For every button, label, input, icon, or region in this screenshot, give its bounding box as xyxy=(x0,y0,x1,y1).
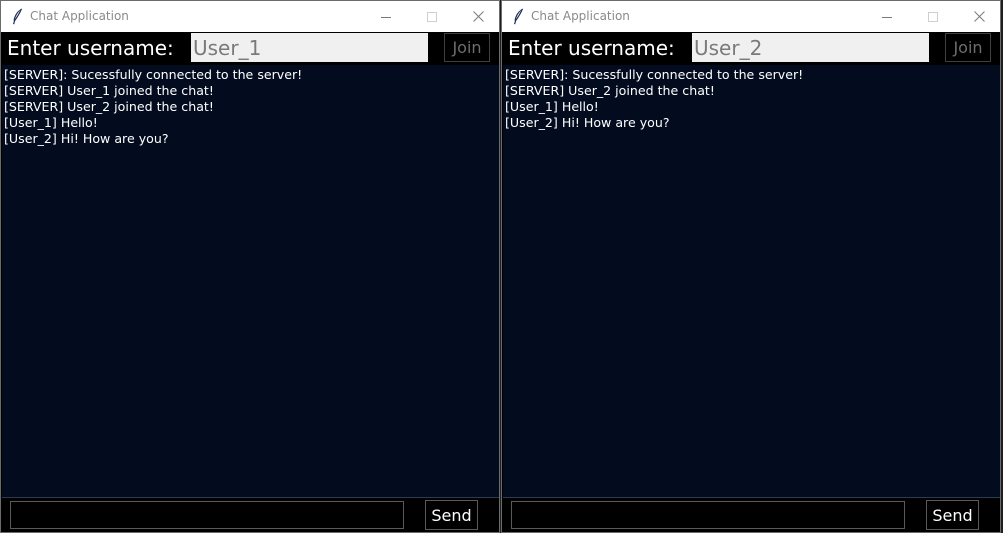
chat-message: [SERVER] User_2 joined the chat! xyxy=(505,83,715,98)
title-bar[interactable]: Chat Application xyxy=(1,1,499,32)
chat-log[interactable]: [SERVER]: Sucessfully connected to the s… xyxy=(503,65,1000,498)
join-button[interactable]: Join xyxy=(444,33,490,62)
message-input[interactable] xyxy=(10,501,404,529)
maximize-button[interactable] xyxy=(409,1,455,32)
chat-message: [User_2] Hi! How are you? xyxy=(4,131,169,146)
desktop: Chat Application Enter username: Join [S… xyxy=(0,0,1003,533)
maximize-icon xyxy=(427,11,437,22)
username-row: Enter username: Join xyxy=(502,32,1000,65)
chat-message: [SERVER] User_2 joined the chat! xyxy=(4,99,214,114)
feather-icon xyxy=(514,8,524,25)
message-row: Send xyxy=(1,498,499,532)
username-input[interactable] xyxy=(191,33,428,62)
chat-message: [SERVER] User_1 joined the chat! xyxy=(4,83,214,98)
minimize-icon xyxy=(882,16,892,18)
close-icon xyxy=(973,11,985,22)
minimize-icon xyxy=(381,16,391,18)
close-icon xyxy=(472,11,484,22)
username-label: Enter username: xyxy=(508,36,675,60)
send-button[interactable]: Send xyxy=(425,500,478,530)
maximize-icon xyxy=(928,11,938,22)
chat-message: [User_2] Hi! How are you? xyxy=(505,115,670,130)
chat-message: [User_1] Hello! xyxy=(505,99,599,114)
close-button[interactable] xyxy=(956,1,1000,32)
maximize-button[interactable] xyxy=(910,1,956,32)
minimize-button[interactable] xyxy=(363,1,409,32)
feather-icon xyxy=(13,8,23,25)
chat-log[interactable]: [SERVER]: Sucessfully connected to the s… xyxy=(2,65,499,498)
chat-message: [User_1] Hello! xyxy=(4,115,98,130)
chat-message: [SERVER]: Sucessfully connected to the s… xyxy=(505,67,804,82)
window-title: Chat Application xyxy=(30,9,129,23)
chat-message: [SERVER]: Sucessfully connected to the s… xyxy=(4,67,303,82)
close-button[interactable] xyxy=(455,1,499,32)
username-input[interactable] xyxy=(692,33,929,62)
minimize-button[interactable] xyxy=(864,1,910,32)
join-button[interactable]: Join xyxy=(945,33,991,62)
username-label: Enter username: xyxy=(7,36,174,60)
chat-window-1: Chat Application Enter username: Join [S… xyxy=(0,0,500,533)
window-title: Chat Application xyxy=(531,9,630,23)
message-input[interactable] xyxy=(511,501,905,529)
chat-window-2: Chat Application Enter username: Join [S… xyxy=(501,0,1001,533)
username-row: Enter username: Join xyxy=(1,32,499,65)
send-button[interactable]: Send xyxy=(926,500,979,530)
title-bar[interactable]: Chat Application xyxy=(502,1,1000,32)
message-row: Send xyxy=(502,498,1000,532)
